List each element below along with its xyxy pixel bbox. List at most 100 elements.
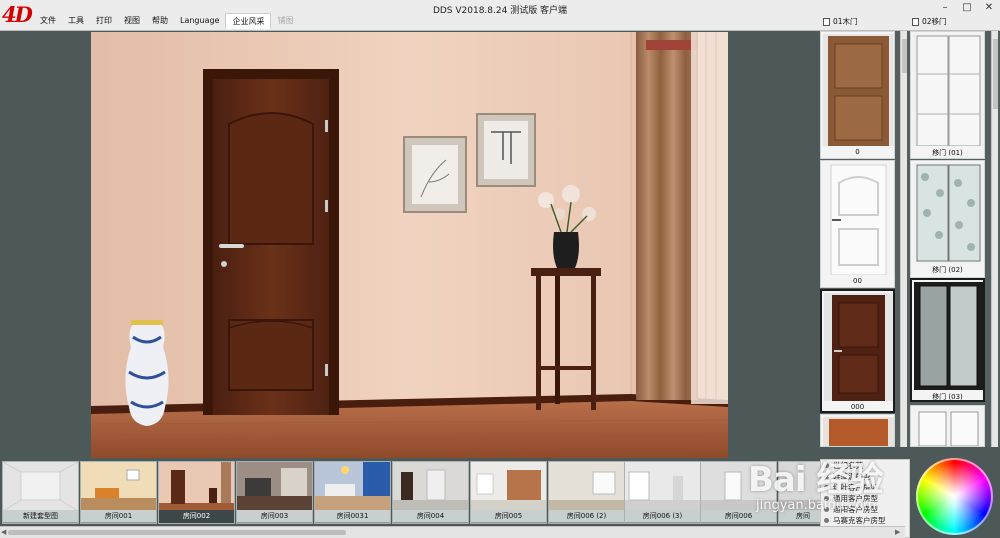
window-controls: – □ ✕ (934, 0, 1000, 16)
minimize-button[interactable]: – (934, 0, 956, 16)
room-scene (91, 32, 728, 458)
catalog-item-sliding-door[interactable]: 移门 (03) (910, 278, 985, 402)
door-thumbnail (914, 282, 983, 390)
room-thumbnail (159, 462, 234, 511)
room-thumbnail (625, 462, 700, 511)
menu-tools[interactable]: 工具 (62, 13, 90, 29)
menu-tile-layout[interactable]: 铺图 (271, 13, 299, 29)
catalog-item-wood-door[interactable]: 0 (820, 31, 895, 159)
scrollbar-thumb[interactable] (993, 39, 998, 109)
catalog-tabs: 01木门 02移门 (820, 15, 1000, 29)
menu-company-showcase[interactable]: 企业风采 (225, 13, 272, 29)
catalog-item-sliding-door[interactable]: 移门 (02) (910, 160, 985, 278)
room-thumbnail (549, 462, 624, 511)
app-window: 4D DDS V2018.8.24 测试版 客户端 文件 工具 打印 视图 帮助… (0, 0, 1000, 538)
room-card[interactable]: 房间005 (470, 461, 547, 524)
catalog-item-wood-door[interactable]: 000 (820, 289, 895, 413)
room-card[interactable]: 房间006 (3) (624, 461, 701, 524)
catalog-item-sliding-door[interactable] (910, 405, 985, 447)
house-item[interactable]: 红叶客户房型 (821, 482, 909, 493)
house-item-label: 马赛克客户房型 (833, 516, 886, 525)
room-thumbnail (701, 462, 776, 511)
close-button[interactable]: ✕ (978, 0, 1000, 16)
room-render-viewport[interactable] (91, 32, 728, 458)
room-thumbnail (471, 462, 546, 511)
catalog-item-label: 移门 (02) (932, 266, 963, 274)
house-item-label: 通用客户房型 (833, 494, 878, 503)
catalog-scrollbar-2[interactable] (991, 31, 998, 447)
catalog-item-label: 移门 (03) (932, 393, 963, 401)
catalog-item-sliding-door[interactable]: 移门 (01) (910, 31, 985, 159)
house-item[interactable]: 通阳客户房型 (821, 504, 909, 515)
maximize-button[interactable]: □ (956, 0, 978, 16)
room-card[interactable]: 房间003 (236, 461, 313, 524)
menu-print[interactable]: 打印 (90, 13, 118, 29)
door-thumbnail (913, 163, 984, 263)
room-card[interactable]: 房间006 (700, 461, 777, 524)
room-card-label: 房间003 (237, 510, 312, 522)
catalog-tab-sliding-doors[interactable]: 02移门 (909, 15, 947, 29)
catalog-item-label: 0 (855, 148, 860, 156)
door-thumbnail (823, 417, 894, 446)
room-strip: 新建套型图 房间001 房间002 房间003 房间0031 房间004 房间0… (0, 459, 905, 525)
house-item[interactable]: 通用客户房型 (821, 493, 909, 504)
house-item-label: 通阳客户房型 (833, 505, 878, 514)
menu-bar: 文件 工具 打印 视图 帮助 Language 企业风采 铺图 (34, 13, 299, 29)
room-card-label: 房间006 (3) (625, 510, 700, 522)
room-thumbnail (393, 462, 468, 511)
catalog-tab-label: 01木门 (833, 17, 858, 26)
folder-icon (912, 18, 919, 26)
house-item[interactable]: 世纪名苑 (821, 460, 909, 471)
menu-help[interactable]: 帮助 (146, 13, 174, 29)
room-card-label: 房间0031 (315, 510, 390, 522)
room-card[interactable]: 房间001 (80, 461, 157, 524)
room-thumbnail (237, 462, 312, 511)
room-thumbnail (315, 462, 390, 511)
room-strip-scrollbar[interactable]: ◀ ▶ (0, 526, 905, 538)
catalog-tab-wood-doors[interactable]: 01木门 (820, 15, 858, 29)
room-card-label: 房间002 (159, 510, 234, 522)
room-card-new[interactable]: 新建套型图 (2, 461, 79, 524)
scroll-right-icon[interactable]: ▶ (895, 527, 900, 538)
door-thumbnail (913, 408, 984, 446)
menu-language[interactable]: Language (174, 13, 225, 29)
house-item-label: 世纪名苑 (833, 461, 863, 470)
door-thumbnail (823, 163, 894, 275)
scrollbar-thumb[interactable] (902, 39, 907, 73)
scrollbar-thumb[interactable] (8, 530, 346, 535)
house-item-label: 红叶客户房型 (833, 483, 878, 492)
room-card[interactable]: 房间002 (158, 461, 235, 524)
room-thumbnail (3, 462, 78, 511)
bullet-icon (824, 496, 829, 501)
room-card[interactable]: 房间004 (392, 461, 469, 524)
folder-icon (823, 18, 830, 26)
room-card-label: 房间001 (81, 510, 156, 522)
bullet-icon (824, 507, 829, 512)
menu-file[interactable]: 文件 (34, 13, 62, 29)
catalog-item-wood-door[interactable]: 00 (820, 160, 895, 288)
catalog-item-label: 000 (850, 403, 865, 411)
room-thumbnail (81, 462, 156, 511)
catalog-tab-label: 02移门 (922, 17, 947, 26)
catalog-item-wood-door[interactable] (820, 414, 895, 447)
scroll-left-icon[interactable]: ◀ (1, 527, 6, 538)
menu-view[interactable]: 视图 (118, 13, 146, 29)
door-thumbnail (824, 293, 893, 401)
house-item[interactable]: 马赛克客户房型 (821, 515, 909, 526)
color-wheel-picker[interactable] (916, 458, 993, 535)
catalog-scrollbar-1[interactable] (900, 31, 907, 447)
room-card-label: 房间005 (471, 510, 546, 522)
door-thumbnail (913, 34, 984, 146)
room-card-label: 房间006 (2) (549, 510, 624, 522)
bullet-icon (824, 474, 829, 479)
catalog-item-label: 移门 (01) (932, 149, 963, 157)
bullet-icon (824, 518, 829, 523)
bullet-icon (824, 463, 829, 468)
house-item[interactable]: 硅藻泥房型 (821, 471, 909, 482)
room-card-label: 新建套型图 (3, 510, 78, 522)
room-card[interactable]: 房间006 (2) (548, 461, 625, 524)
room-card[interactable]: 房间0031 (314, 461, 391, 524)
catalog-panel: 0 00 000 移门 (01) 移门 (02) 移门 (03) (820, 31, 1000, 447)
house-item-label: 硅藻泥房型 (833, 472, 871, 481)
bullet-icon (824, 485, 829, 490)
